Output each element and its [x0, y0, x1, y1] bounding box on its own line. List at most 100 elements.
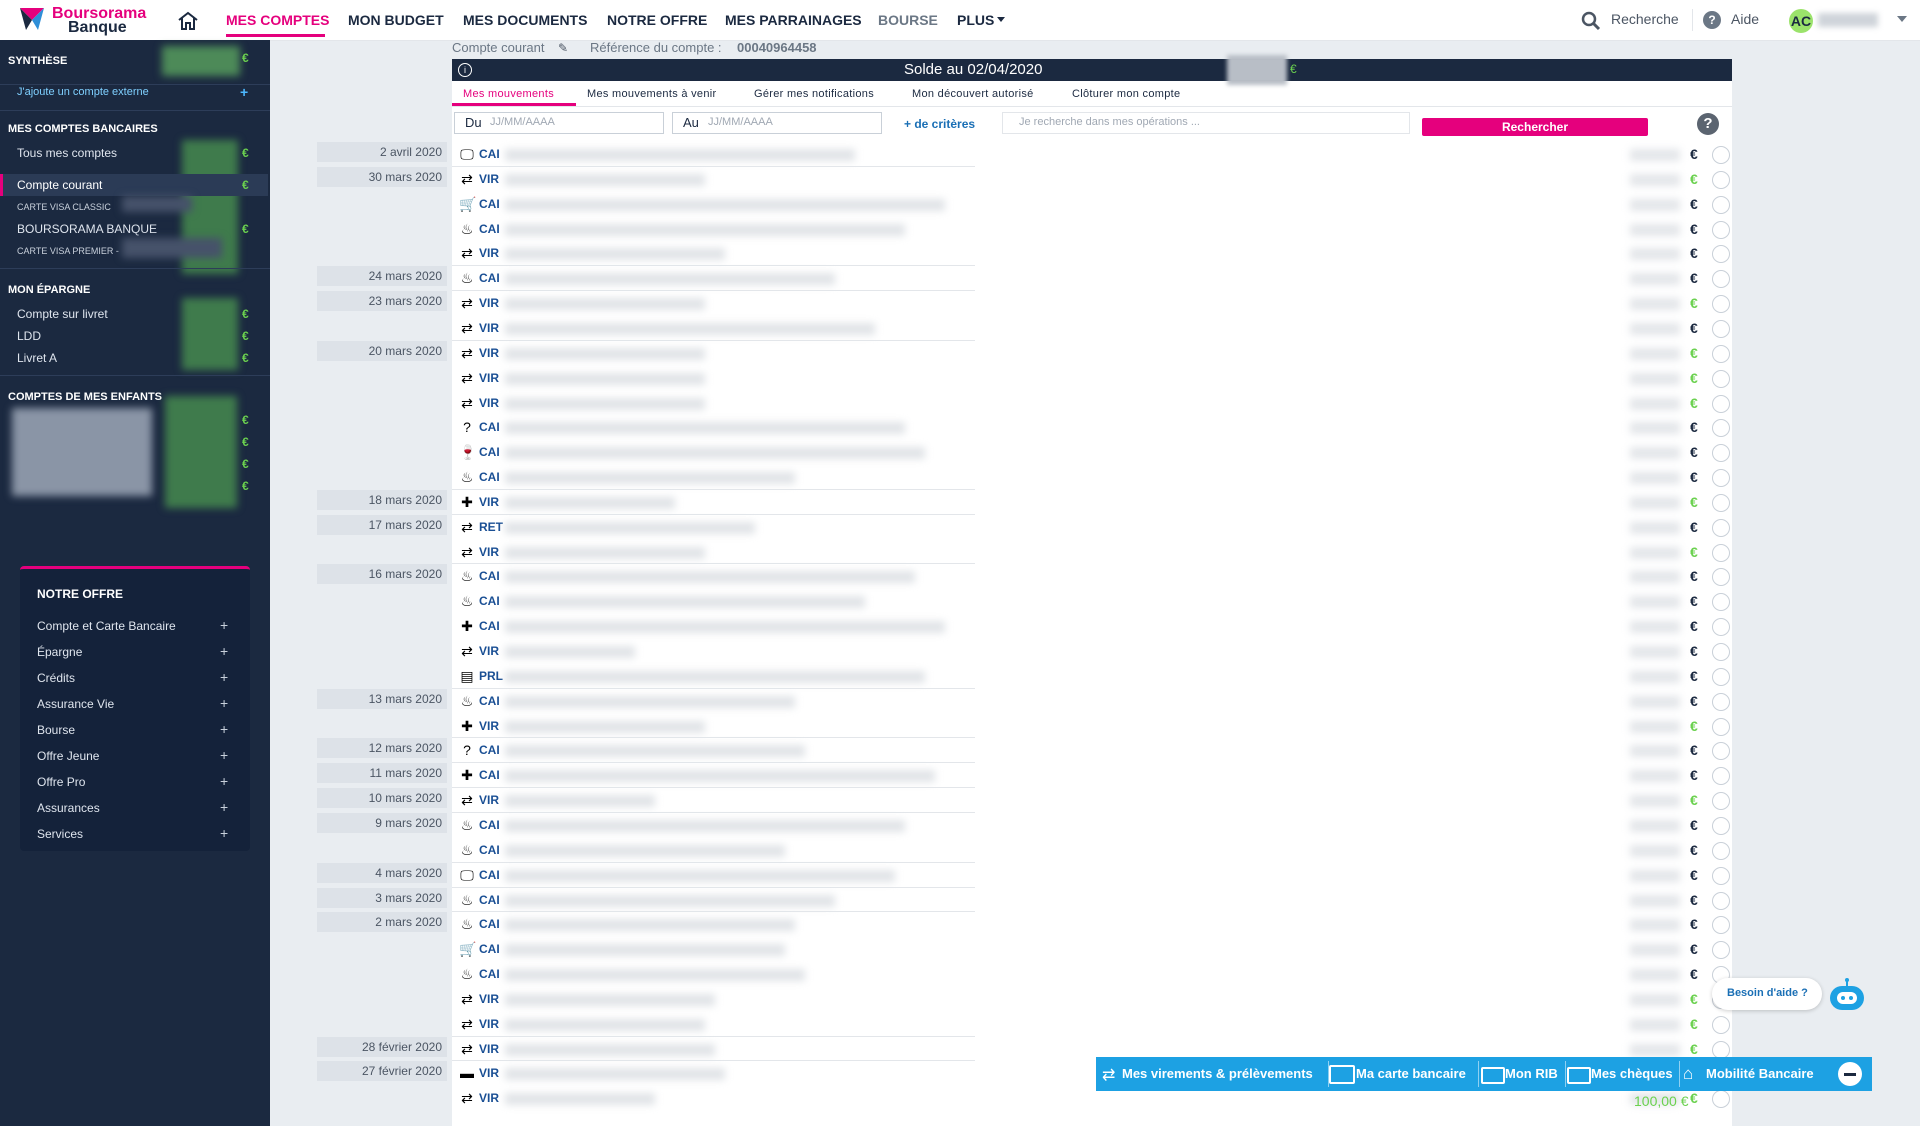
operation-check-toggle[interactable]: [1712, 618, 1730, 636]
operation-label[interactable]: CAI: [479, 818, 500, 832]
operation-check-toggle[interactable]: [1712, 444, 1730, 462]
operation-label[interactable]: CAI: [479, 843, 500, 857]
operation-label[interactable]: CAI: [479, 271, 500, 285]
help-bubble[interactable]: Besoin d'aide ?: [1712, 978, 1822, 1010]
offer-item-assurance-vie[interactable]: Assurance Vie: [37, 697, 114, 711]
operation-check-toggle[interactable]: [1712, 1016, 1730, 1034]
sidebar-item-compte-sur-livret[interactable]: Compte sur livret: [17, 307, 108, 321]
operation-check-toggle[interactable]: [1712, 469, 1730, 487]
offer-item-offre-jeune[interactable]: Offre Jeune: [37, 749, 99, 763]
quick-cheques[interactable]: Mes chèques: [1591, 1066, 1673, 1081]
operation-label[interactable]: CAI: [479, 917, 500, 931]
operation-label[interactable]: VIR: [479, 396, 499, 410]
home-icon[interactable]: [177, 11, 199, 31]
operation-check-toggle[interactable]: [1712, 941, 1730, 959]
plus-icon[interactable]: +: [220, 669, 228, 685]
operation-label[interactable]: VIR: [479, 495, 499, 509]
offer-item-assurances[interactable]: Assurances: [37, 801, 100, 815]
tab-decouvert[interactable]: Mon découvert autorisé: [912, 88, 1034, 100]
help-link[interactable]: Aide: [1731, 11, 1759, 27]
operation-label[interactable]: CAI: [479, 619, 500, 633]
tab-mouvements-a-venir[interactable]: Mes mouvements à venir: [587, 88, 716, 100]
operation-check-toggle[interactable]: [1712, 742, 1730, 760]
chevron-down-icon[interactable]: [1897, 16, 1907, 22]
plus-icon[interactable]: +: [220, 643, 228, 659]
operation-check-toggle[interactable]: [1712, 568, 1730, 586]
operation-label[interactable]: CAI: [479, 868, 500, 882]
offer-item-bourse[interactable]: Bourse: [37, 723, 75, 737]
operation-check-toggle[interactable]: [1712, 196, 1730, 214]
quick-virements[interactable]: Mes virements & prélèvements: [1122, 1066, 1313, 1081]
operation-check-toggle[interactable]: [1712, 146, 1730, 164]
operation-label[interactable]: VIR: [479, 346, 499, 360]
offer-item-epargne[interactable]: Épargne: [37, 645, 82, 659]
plus-icon[interactable]: +: [220, 747, 228, 763]
operation-label[interactable]: VIR: [479, 644, 499, 658]
tab-cloturer[interactable]: Clôturer mon compte: [1072, 88, 1180, 100]
operation-check-toggle[interactable]: [1712, 668, 1730, 686]
sidebar-item-livret-a[interactable]: Livret A: [17, 351, 57, 365]
operation-label[interactable]: VIR: [479, 719, 499, 733]
operation-label[interactable]: CAI: [479, 967, 500, 981]
operation-check-toggle[interactable]: [1712, 718, 1730, 736]
sidebar-item-current-account[interactable]: Compte courant: [17, 178, 102, 192]
operation-check-toggle[interactable]: [1712, 245, 1730, 263]
operation-label[interactable]: CAI: [479, 942, 500, 956]
operation-check-toggle[interactable]: [1712, 767, 1730, 785]
nav-mes-parrainages[interactable]: MES PARRAINAGES: [725, 12, 862, 28]
operation-check-toggle[interactable]: [1712, 544, 1730, 562]
operation-label[interactable]: CAI: [479, 222, 500, 236]
operation-check-toggle[interactable]: [1712, 419, 1730, 437]
operation-label[interactable]: CAI: [479, 420, 500, 434]
operation-label[interactable]: VIR: [479, 1042, 499, 1056]
offer-item-compte-carte[interactable]: Compte et Carte Bancaire: [37, 619, 176, 633]
add-external-account-link[interactable]: J'ajoute un compte externe: [17, 86, 149, 98]
search-link[interactable]: Recherche: [1611, 11, 1679, 27]
operations-search-input[interactable]: Je recherche dans mes opérations ...: [1002, 112, 1410, 134]
quick-rib[interactable]: Mon RIB: [1505, 1066, 1558, 1081]
operation-check-toggle[interactable]: [1712, 519, 1730, 537]
operation-label[interactable]: VIR: [479, 793, 499, 807]
operation-check-toggle[interactable]: [1712, 693, 1730, 711]
tab-notifications[interactable]: Gérer mes notifications: [754, 88, 874, 100]
operation-check-toggle[interactable]: [1712, 892, 1730, 910]
sidebar-item-boursorama-banque[interactable]: BOURSORAMA BANQUE: [17, 222, 157, 236]
operation-label[interactable]: CAI: [479, 147, 500, 161]
operation-label[interactable]: CAI: [479, 197, 500, 211]
sidebar-item-card-classic[interactable]: CARTE VISA CLASSIC: [17, 202, 111, 212]
operation-check-toggle[interactable]: [1712, 817, 1730, 835]
tab-mes-mouvements[interactable]: Mes mouvements: [463, 88, 554, 100]
operation-check-toggle[interactable]: [1712, 221, 1730, 239]
offer-item-offre-pro[interactable]: Offre Pro: [37, 775, 85, 789]
nav-plus[interactable]: PLUS: [957, 12, 994, 28]
operation-label[interactable]: VIR: [479, 1017, 499, 1031]
operation-label[interactable]: CAI: [479, 768, 500, 782]
plus-icon[interactable]: +: [220, 721, 228, 737]
help-icon[interactable]: ?: [1697, 113, 1719, 135]
search-button[interactable]: Rechercher: [1422, 118, 1648, 136]
operation-label[interactable]: VIR: [479, 172, 499, 186]
operation-check-toggle[interactable]: [1712, 395, 1730, 413]
plus-icon[interactable]: +: [240, 84, 248, 100]
operation-check-toggle[interactable]: [1712, 916, 1730, 934]
collapse-icon[interactable]: [1838, 1062, 1862, 1086]
plus-icon[interactable]: +: [220, 825, 228, 841]
quick-mobilite[interactable]: Mobilité Bancaire: [1706, 1066, 1814, 1081]
info-icon[interactable]: i: [458, 63, 472, 77]
operation-check-toggle[interactable]: [1712, 867, 1730, 885]
sidebar-item-ldd[interactable]: LDD: [17, 329, 41, 343]
operation-check-toggle[interactable]: [1712, 295, 1730, 313]
operation-label[interactable]: VIR: [479, 1091, 499, 1105]
plus-icon[interactable]: +: [220, 799, 228, 815]
avatar[interactable]: AC: [1789, 9, 1813, 33]
edit-pencil-icon[interactable]: ✎: [558, 41, 568, 55]
operation-label[interactable]: VIR: [479, 246, 499, 260]
more-criteria-link[interactable]: + de critères: [904, 117, 975, 131]
search-icon[interactable]: [1581, 11, 1601, 31]
date-to-field[interactable]: Au JJ/MM/AAAA: [672, 112, 882, 134]
operation-label[interactable]: VIR: [479, 1066, 499, 1080]
operation-check-toggle[interactable]: [1712, 1090, 1730, 1108]
plus-icon[interactable]: +: [220, 773, 228, 789]
sidebar-item-card-premier[interactable]: CARTE VISA PREMIER -: [17, 246, 119, 256]
plus-icon[interactable]: +: [220, 695, 228, 711]
